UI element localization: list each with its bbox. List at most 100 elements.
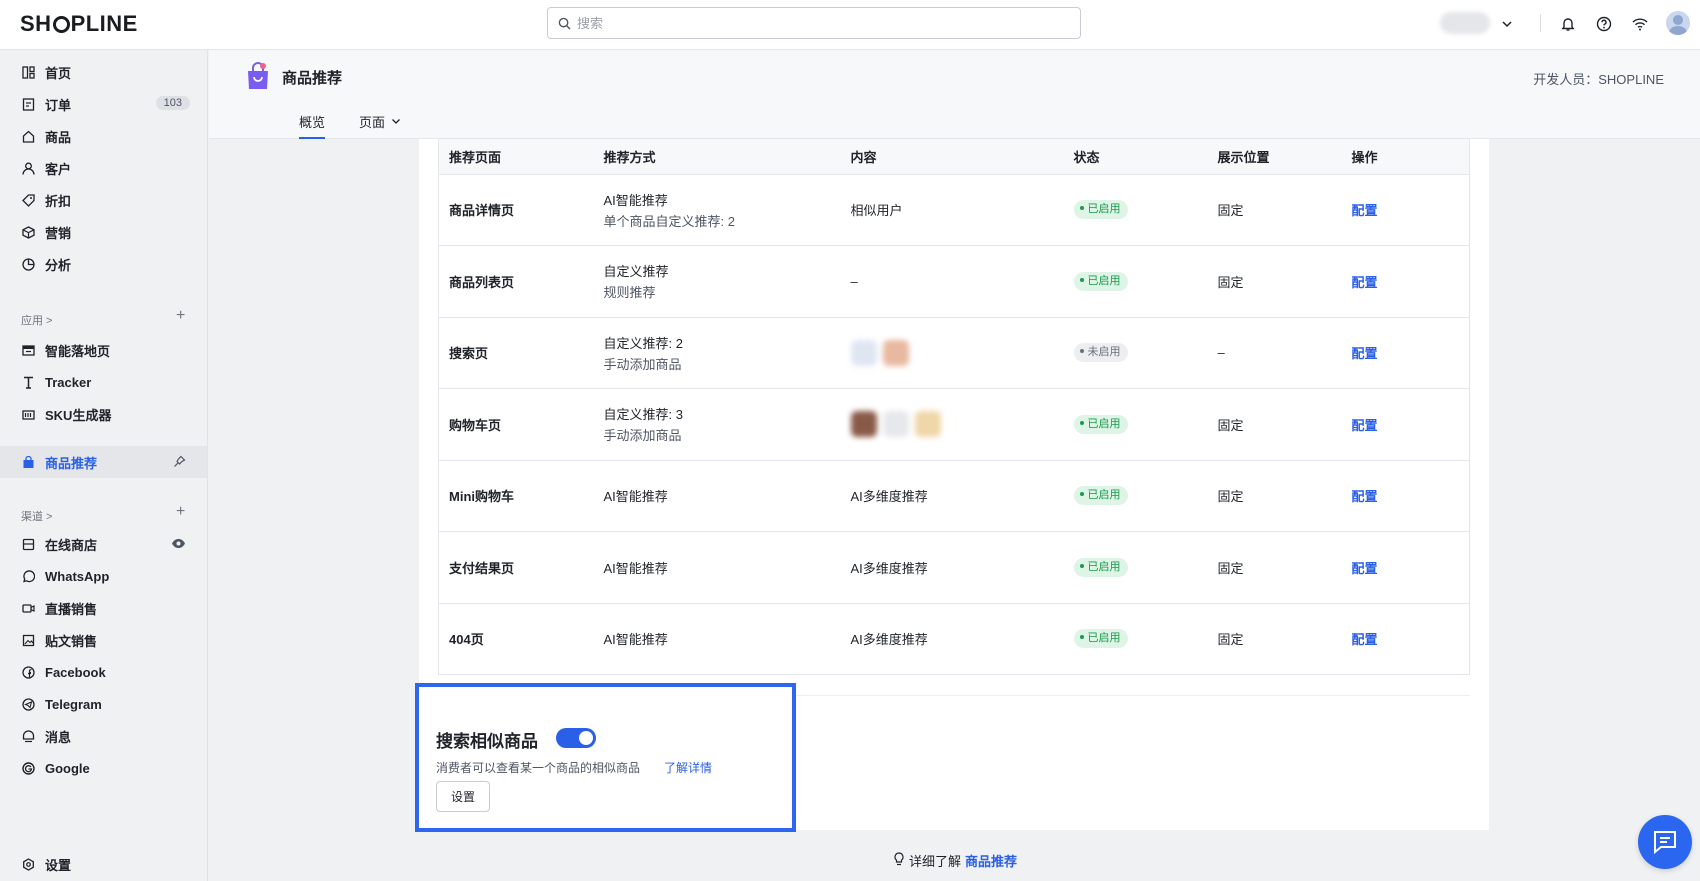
sidebar-item-marketing[interactable]: 营销	[0, 216, 207, 248]
sidebar-item-settings[interactable]: 设置	[0, 848, 207, 880]
sidebar-item-online-store[interactable]: 在线商店	[0, 528, 207, 560]
table-row: 购物车页 自定义推荐: 3 手动添加商品 已启用 固定 配置	[438, 388, 1470, 461]
sidebar-item-customers[interactable]: 客户	[0, 152, 207, 184]
action-cell: 配置	[1341, 245, 1470, 318]
pin-icon[interactable]	[173, 455, 186, 471]
sidebar-item-label: Tracker	[45, 374, 92, 390]
top-bar: SH PLINE	[0, 0, 1700, 50]
chat-button[interactable]	[1638, 815, 1692, 869]
store-icon	[21, 537, 35, 551]
method-cell: AI智能推荐 单个商品自定义推荐: 2	[593, 174, 841, 246]
sidebar-item-label: 智能落地页	[45, 343, 111, 359]
shopline-logo[interactable]: SH PLINE	[20, 11, 138, 37]
sidebar-item-whatsapp[interactable]: WhatsApp	[0, 560, 207, 592]
sidebar-item-label: WhatsApp	[45, 568, 110, 584]
product-thumbnail	[850, 411, 877, 438]
status-cell: 未启用	[1063, 317, 1208, 389]
configure-link[interactable]: 配置	[1352, 418, 1378, 433]
message-icon	[21, 729, 35, 743]
avatar[interactable]	[1666, 11, 1690, 35]
sidebar-item-sku-generator[interactable]: SKU生成器	[0, 398, 207, 430]
table-row: 404页 AI智能推荐 AI多维度推荐 已启用 固定 配置	[438, 603, 1470, 675]
tab-pages[interactable]: 页面	[359, 112, 401, 139]
sidebar-item-label: 贴文销售	[45, 633, 98, 649]
sidebar-item-facebook[interactable]: Facebook	[0, 656, 207, 688]
sidebar-item-telegram[interactable]: Telegram	[0, 688, 207, 720]
configure-link[interactable]: 配置	[1352, 489, 1378, 504]
sidebar-item-messages[interactable]: 消息	[0, 720, 207, 752]
table-row: 商品详情页 AI智能推荐 单个商品自定义推荐: 2 相似用户 已启用 固定 配置	[438, 174, 1470, 246]
tab-overview[interactable]: 概览	[299, 112, 326, 139]
sidebar-item-label: 客户	[45, 161, 72, 177]
feature-title: 搜索相似商品	[436, 732, 538, 751]
similar-products-toggle[interactable]	[556, 728, 596, 748]
home-icon	[21, 65, 35, 79]
product-thumbnail	[850, 339, 877, 366]
channels-group-label[interactable]: 渠道 >	[21, 508, 52, 524]
sidebar-item-tracker[interactable]: Tracker	[0, 366, 207, 398]
method-text: 自定义推荐: 2	[603, 335, 683, 351]
sidebar-item-label: 分析	[45, 257, 72, 273]
sidebar-item-label: 首页	[45, 65, 72, 81]
sidebar-item-live-selling[interactable]: 直播销售	[0, 592, 207, 624]
add-channel-icon[interactable]: +	[176, 503, 185, 521]
chevron-down-icon[interactable]	[1496, 13, 1518, 35]
sidebar-item-post-selling[interactable]: 贴文销售	[0, 624, 207, 656]
store-switcher[interactable]	[1440, 12, 1490, 34]
search-input[interactable]	[577, 15, 1057, 31]
configure-link[interactable]: 配置	[1352, 346, 1378, 361]
configure-link[interactable]: 配置	[1352, 561, 1378, 576]
sidebar-item-label: Telegram	[45, 696, 102, 712]
content-cell: AI多维度推荐	[840, 460, 1064, 532]
settings-button[interactable]: 设置	[436, 781, 490, 812]
footer-text: 详细了解	[909, 854, 962, 869]
global-search[interactable]	[547, 7, 1081, 39]
method-cell: 自定义推荐: 3 手动添加商品	[593, 388, 841, 461]
sidebar-item-orders[interactable]: 订单 103	[0, 88, 207, 120]
logo-text-end: PLINE	[70, 11, 138, 36]
status-badge: 已启用	[1073, 557, 1128, 577]
sidebar-item-landing-page[interactable]: 智能落地页	[0, 334, 207, 366]
method-cell: AI智能推荐	[593, 603, 841, 675]
sidebar-item-label: Google	[45, 760, 90, 776]
apps-group-label[interactable]: 应用 >	[21, 312, 52, 328]
bag-icon	[21, 129, 35, 143]
method-cell: 自定义推荐 规则推荐	[593, 245, 841, 318]
learn-more-link[interactable]: 了解详情	[664, 759, 712, 776]
method-text: AI智能推荐	[603, 560, 668, 576]
table-header-row: 推荐页面 推荐方式 内容 状态 展示位置 操作	[438, 139, 1470, 175]
footer-link[interactable]: 商品推荐	[965, 851, 1017, 870]
live-icon	[21, 601, 35, 615]
sidebar-item-home[interactable]: 首页	[0, 56, 207, 88]
action-cell: 配置	[1341, 174, 1470, 246]
tracker-icon	[21, 375, 35, 389]
method-subtext: 单个商品自定义推荐: 2	[603, 213, 735, 229]
table-row: 商品列表页 自定义推荐 规则推荐 – 已启用 固定 配置	[438, 245, 1470, 318]
sidebar-item-discounts[interactable]: 折扣	[0, 184, 207, 216]
content-cell: 相似用户	[840, 174, 1064, 246]
method-cell: AI智能推荐	[593, 460, 841, 532]
divider	[1540, 14, 1541, 32]
sidebar-item-product-recommendation[interactable]: 商品推荐	[0, 446, 207, 478]
content-cell: AI多维度推荐	[840, 603, 1064, 675]
configure-link[interactable]: 配置	[1352, 275, 1378, 290]
action-cell: 配置	[1341, 603, 1470, 675]
chart-icon	[21, 257, 35, 271]
configure-link[interactable]: 配置	[1352, 632, 1378, 647]
help-icon[interactable]	[1593, 13, 1615, 35]
method-subtext: 手动添加商品	[603, 356, 682, 372]
sidebar-item-products[interactable]: 商品	[0, 120, 207, 152]
add-app-icon[interactable]: +	[176, 307, 185, 325]
sidebar-item-analytics[interactable]: 分析	[0, 248, 207, 280]
sidebar-item-label: 折扣	[45, 193, 72, 209]
status-badge: 已启用	[1073, 629, 1128, 649]
eye-icon[interactable]	[171, 537, 186, 552]
wifi-icon[interactable]	[1629, 13, 1651, 35]
product-thumbnail	[882, 339, 909, 366]
position-cell: 固定	[1207, 460, 1342, 532]
bell-icon[interactable]	[1557, 13, 1579, 35]
column-header: 状态	[1063, 139, 1208, 175]
status-cell: 已启用	[1063, 388, 1208, 461]
sidebar-item-google[interactable]: Google	[0, 752, 207, 784]
configure-link[interactable]: 配置	[1352, 203, 1378, 218]
